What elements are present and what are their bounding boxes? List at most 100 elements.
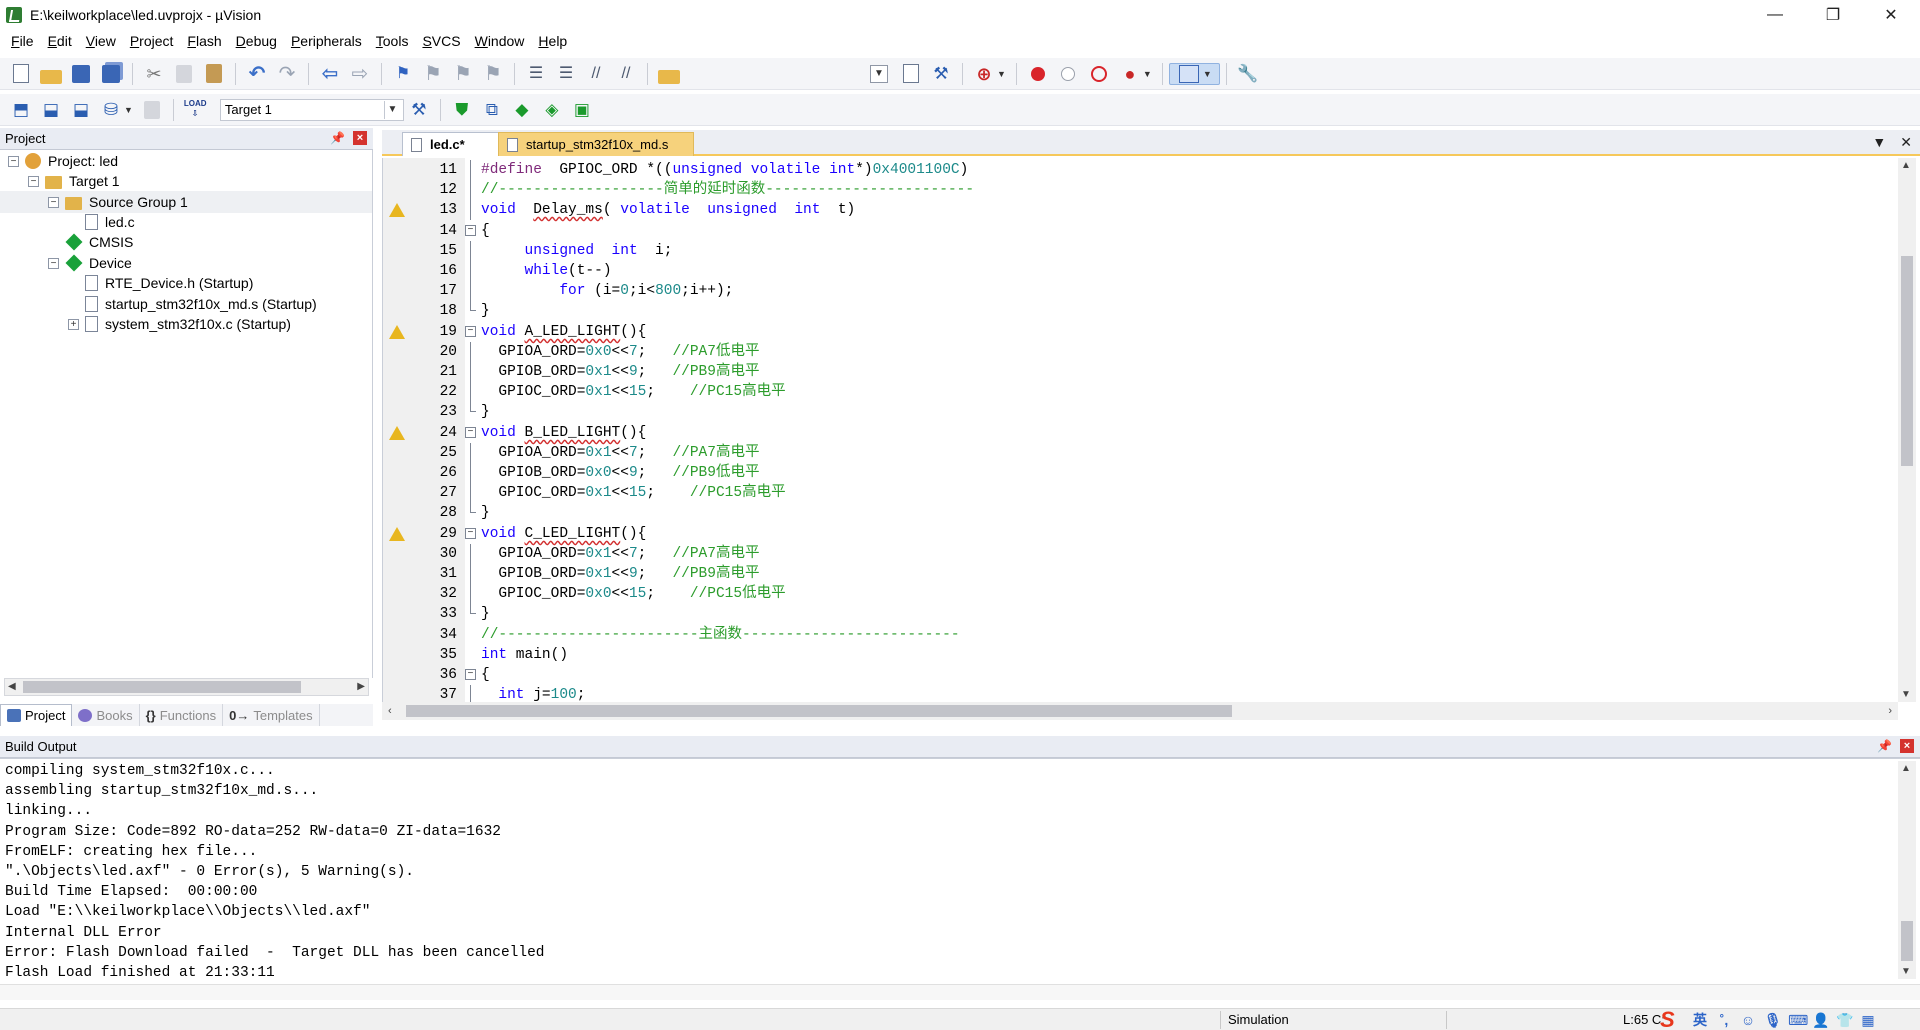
- chevron-down-icon[interactable]: ▼: [383, 100, 400, 119]
- tab-books[interactable]: Books: [72, 704, 140, 726]
- tab-startup-file[interactable]: startup_stm32f10x_md.s: [498, 132, 694, 156]
- scroll-up-icon[interactable]: ▲: [1901, 160, 1911, 171]
- keyboard-icon[interactable]: ⌨: [1788, 1012, 1808, 1028]
- code-line[interactable]: 15 unsigned int i;: [383, 241, 1863, 261]
- scroll-up-icon[interactable]: ▲: [1901, 763, 1911, 774]
- redo-icon[interactable]: ↷: [276, 63, 298, 85]
- code-line[interactable]: 17 for (i=0;i<800;i++);: [383, 281, 1863, 301]
- tree-item[interactable]: + system_stm32f10x.c (Startup): [68, 313, 291, 335]
- tree-item[interactable]: CMSIS: [48, 231, 133, 253]
- build-output-text[interactable]: ▲ ▼ compiling system_stm32f10x.c... assem…: [0, 758, 1920, 984]
- breakpoint-insert-icon[interactable]: [1030, 66, 1045, 81]
- stop-build-icon[interactable]: [143, 100, 160, 119]
- cut-icon[interactable]: ✂: [143, 63, 165, 85]
- tree-item[interactable]: RTE_Device.h (Startup): [68, 272, 253, 294]
- copy-icon[interactable]: [176, 64, 192, 83]
- microphone-icon[interactable]: 🎙: [1764, 1012, 1782, 1028]
- menu-tools[interactable]: Tools: [369, 30, 416, 52]
- target-select[interactable]: Target 1 ▼: [219, 98, 404, 121]
- build-horizontal-scrollbar[interactable]: [0, 984, 1920, 1000]
- window-layout-button[interactable]: ▼: [1168, 62, 1220, 85]
- restore-button[interactable]: ❐: [1804, 0, 1862, 30]
- breakpoint-disable-all-icon[interactable]: [1090, 65, 1107, 82]
- tools-grid-icon[interactable]: ▦: [1860, 1012, 1876, 1028]
- code-line[interactable]: 19− void A_LED_LIGHT(){: [383, 322, 1863, 342]
- comment-icon[interactable]: //: [585, 63, 607, 85]
- debug-session-icon[interactable]: ⊕: [973, 63, 995, 85]
- collapse-icon[interactable]: −: [28, 175, 39, 187]
- sogou-ime-icon[interactable]: S: [1660, 1009, 1684, 1030]
- expand-icon[interactable]: +: [68, 318, 79, 330]
- bookmark-prev-icon[interactable]: ⚑: [422, 63, 444, 85]
- menu-edit[interactable]: Edit: [41, 30, 79, 52]
- tree-item[interactable]: − Device: [48, 252, 132, 274]
- fold-marker[interactable]: −: [465, 423, 477, 443]
- breakpoint-enable-icon[interactable]: [1060, 66, 1075, 81]
- scroll-left-icon[interactable]: ◀: [8, 679, 16, 695]
- manage-rte-icon[interactable]: ◆: [511, 99, 533, 121]
- close-panel-button[interactable]: ×: [1900, 739, 1914, 753]
- batch-build-icon[interactable]: ⛁: [100, 99, 122, 121]
- save-all-icon[interactable]: [102, 64, 120, 83]
- new-file-icon[interactable]: [13, 64, 29, 83]
- find-in-files-icon[interactable]: [658, 69, 680, 84]
- breakpoint-kill-all-icon[interactable]: ●: [1119, 63, 1141, 85]
- pin-icon[interactable]: 📌: [330, 131, 345, 145]
- tree-item[interactable]: − Project: led: [8, 150, 118, 172]
- menu-help[interactable]: Help: [531, 30, 574, 52]
- tree-item[interactable]: startup_stm32f10x_md.s (Startup): [68, 293, 317, 315]
- batch-build-dropdown-icon[interactable]: ▼: [124, 105, 133, 115]
- code-line[interactable]: 22 GPIOC_ORD=0x1<<15; //PC15高电平: [383, 382, 1863, 402]
- software-packs-icon[interactable]: ▣: [571, 99, 593, 121]
- menu-debug[interactable]: Debug: [229, 30, 284, 52]
- tab-led-c[interactable]: led.c*: [402, 132, 504, 156]
- code-line[interactable]: 35 int main(): [383, 645, 1863, 665]
- window-layout-dropdown-icon[interactable]: ▼: [1203, 69, 1212, 79]
- code-line[interactable]: 26 GPIOB_ORD=0x0<<9; //PB9低电平: [383, 463, 1863, 483]
- find-combo-dropdown-icon[interactable]: ▼: [870, 64, 888, 83]
- code-line[interactable]: 12 //-------------------简单的延时函数----------…: [383, 180, 1863, 200]
- tab-functions[interactable]: {} Functions: [140, 704, 224, 726]
- code-line[interactable]: 13 void Delay_ms( volatile unsigned int t…: [383, 200, 1863, 220]
- scroll-down-icon[interactable]: ▼: [1901, 689, 1911, 700]
- code-line[interactable]: 20 GPIOA_ORD=0x0<<7; //PA7低电平: [383, 342, 1863, 362]
- code-line[interactable]: 14−{: [383, 221, 1863, 241]
- build-icon[interactable]: ⬓: [40, 99, 62, 121]
- bookmark-next-icon[interactable]: ⚑: [452, 63, 474, 85]
- target-options-icon[interactable]: ⚒: [408, 99, 430, 121]
- indent-icon[interactable]: ☰: [525, 63, 547, 85]
- open-folder-icon[interactable]: [40, 69, 62, 84]
- save-icon[interactable]: [72, 64, 90, 83]
- user-icon[interactable]: 👤: [1812, 1012, 1829, 1028]
- editor-horizontal-scrollbar[interactable]: ‹ ›: [382, 702, 1898, 720]
- code-line[interactable]: 24− void B_LED_LIGHT(){: [383, 423, 1863, 443]
- pin-icon[interactable]: 📌: [1877, 739, 1892, 753]
- manage-project-items-icon[interactable]: ⛊: [451, 99, 473, 121]
- emoji-icon[interactable]: ☺: [1740, 1012, 1756, 1028]
- configure-icon[interactable]: 🔧: [1237, 63, 1259, 85]
- fold-marker[interactable]: −: [465, 221, 477, 241]
- scrollbar-thumb[interactable]: [1901, 921, 1913, 961]
- tab-templates[interactable]: 0→ Templates: [223, 704, 320, 726]
- code-line[interactable]: 36−{: [383, 665, 1863, 685]
- menu-file[interactable]: File: [4, 30, 41, 52]
- fold-marker[interactable]: −: [465, 524, 477, 544]
- pack-installer-icon[interactable]: ◈: [541, 99, 563, 121]
- close-button[interactable]: ✕: [1862, 0, 1920, 30]
- scrollbar-thumb[interactable]: [406, 705, 1232, 717]
- code-line[interactable]: 28}: [383, 503, 1863, 523]
- menu-svcs[interactable]: SVCS: [415, 30, 467, 52]
- collapse-icon[interactable]: −: [8, 155, 19, 167]
- incremental-find-icon[interactable]: ⚒: [930, 63, 952, 85]
- uncomment-icon[interactable]: //: [615, 63, 637, 85]
- code-line[interactable]: 34 //-----------------------主函数----------…: [383, 625, 1863, 645]
- tab-list-dropdown-icon[interactable]: ▼: [1872, 134, 1886, 151]
- code-line[interactable]: 21 GPIOB_ORD=0x1<<9; //PB9高电平: [383, 362, 1863, 382]
- menu-project[interactable]: Project: [123, 30, 181, 52]
- code-line[interactable]: 23}: [383, 402, 1863, 422]
- ime-language[interactable]: 英: [1692, 1012, 1708, 1028]
- unindent-icon[interactable]: ☰: [555, 63, 577, 85]
- code-line[interactable]: 27 GPIOC_ORD=0x1<<15; //PC15高电平: [383, 483, 1863, 503]
- fold-marker[interactable]: −: [465, 665, 477, 685]
- bookmark-toggle-icon[interactable]: ⚑: [392, 63, 414, 85]
